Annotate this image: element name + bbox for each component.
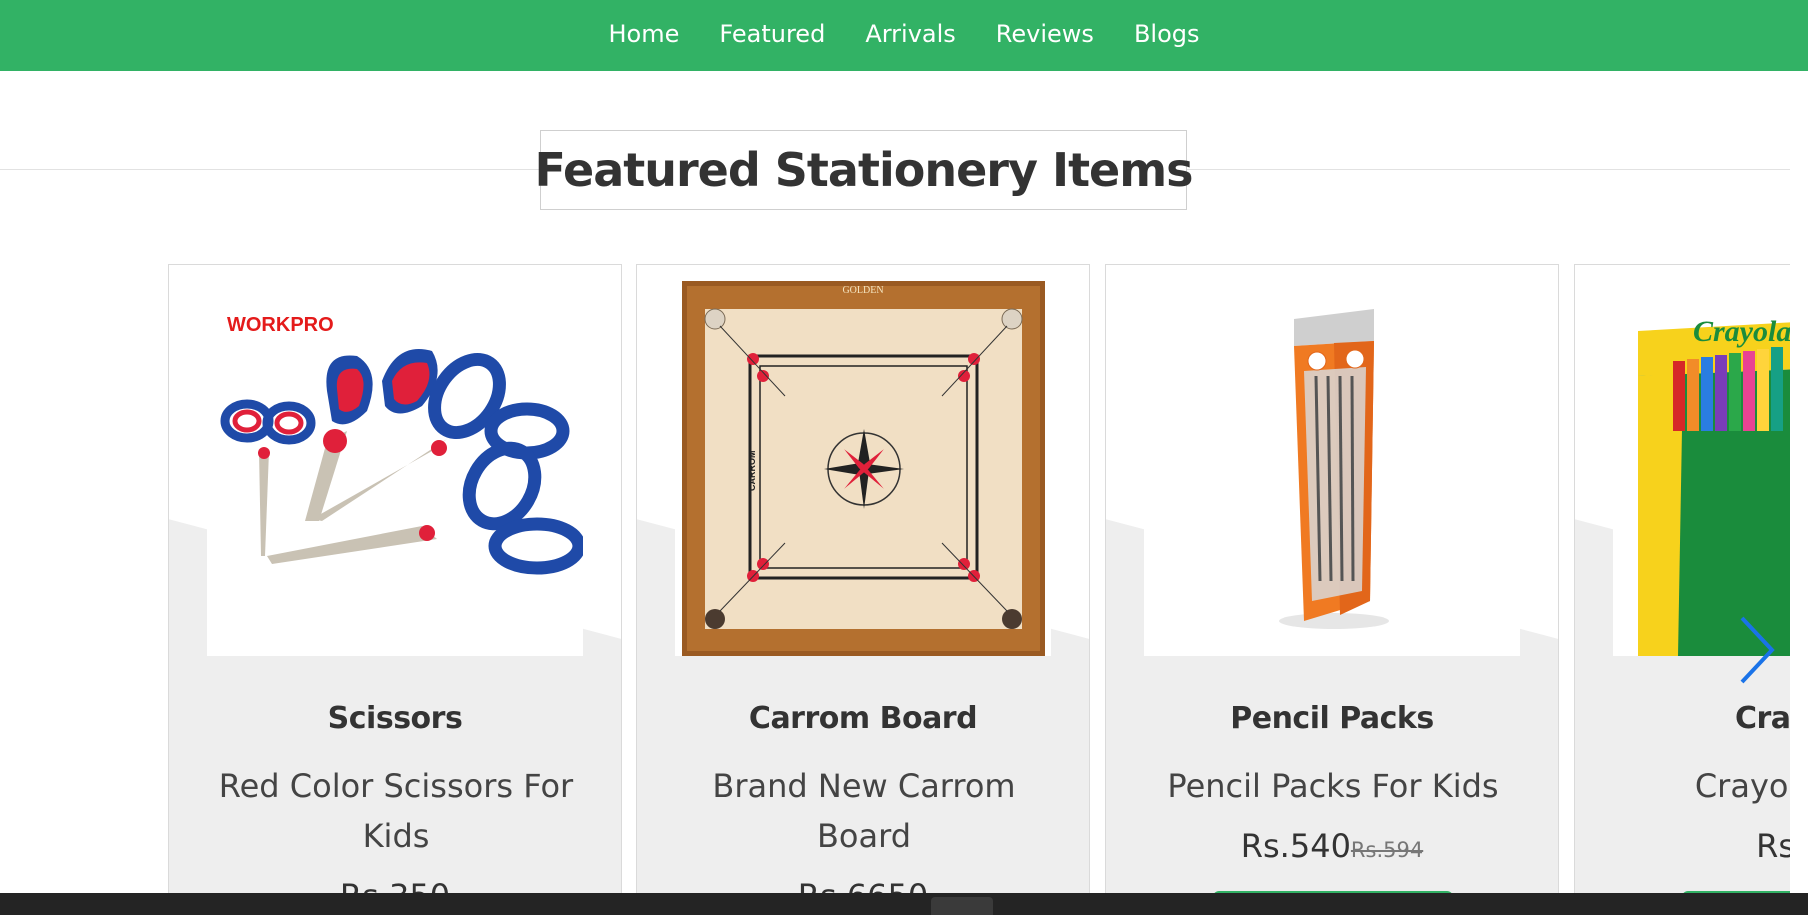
product-description: Crayons Pack — [1694, 767, 1790, 805]
product-image: GOLDEN CARROM — [675, 281, 1051, 656]
product-price: Rs.540Rs.594 — [1106, 827, 1558, 865]
carrom-board-icon: GOLDEN CARROM — [682, 281, 1045, 656]
svg-text:WORKPRO: WORKPRO — [227, 314, 334, 336]
taskbar-handle — [931, 897, 993, 915]
product-card-scissors[interactable]: WORKPRO Scissors Red Color Scissors For … — [168, 264, 622, 904]
price-current: Rs.540 — [1240, 827, 1351, 865]
product-slider: WORKPRO Scissors Red Color Scissors For … — [0, 0, 1790, 915]
product-description: Red Color Scissors For Kids — [218, 767, 574, 855]
svg-text:GOLDEN: GOLDEN — [842, 285, 883, 296]
product-image: WORKPRO — [207, 281, 583, 656]
svg-text:Crayola: Crayola — [1693, 315, 1790, 348]
product-image — [1144, 281, 1520, 656]
product-title: Carrom Board — [748, 701, 978, 736]
product-title: Pencil Packs — [1230, 701, 1434, 736]
product-card-pencil-packs[interactable]: Pencil Packs Pencil Packs For Kids Rs.54… — [1105, 264, 1559, 904]
product-title: Scissors — [327, 701, 463, 736]
svg-text:CARROM: CARROM — [747, 451, 757, 492]
pencil-pack-icon — [1279, 309, 1389, 629]
crayon-box-icon: Crayola — [1638, 315, 1790, 656]
bottom-taskbar — [0, 893, 1808, 915]
price-old: Rs.594 — [1350, 838, 1424, 862]
slider-next-arrow-icon[interactable] — [1732, 610, 1782, 690]
scissors-icon: WORKPRO — [220, 314, 583, 575]
product-image: Crayola — [1613, 281, 1790, 656]
product-description: Pencil Packs For Kids — [1167, 767, 1499, 805]
product-card-crayons[interactable]: Crayola Crayons Crayons Pack Rs.50 — [1574, 264, 1790, 904]
price-current: Rs.50 — [1756, 827, 1790, 865]
product-price: Rs.50 — [1575, 827, 1790, 865]
product-title: Crayons — [1734, 701, 1790, 736]
product-description: Brand New Carrom Board — [712, 767, 1016, 855]
product-card-carrom-board[interactable]: GOLDEN CARROM Carrom Board Brand New Car… — [636, 264, 1090, 904]
